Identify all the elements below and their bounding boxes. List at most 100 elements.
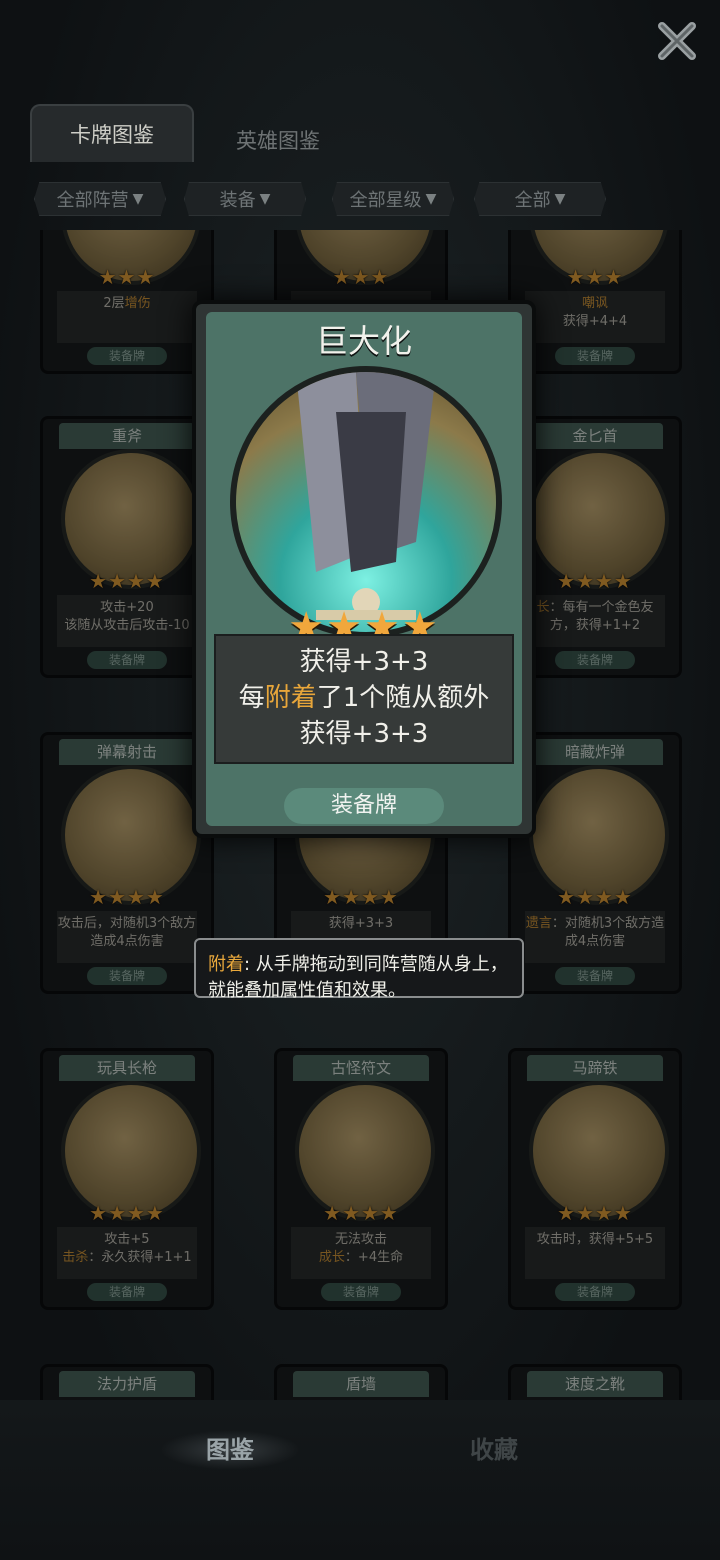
desc-keyword: 长 <box>536 600 550 615</box>
star-rating: ★★★★ <box>557 569 633 593</box>
card-name: 重斧 <box>59 423 195 449</box>
card-description: 嘲讽获得+4+4 <box>525 291 665 343</box>
filter-label: 全部阵营 <box>56 190 129 211</box>
card-art <box>529 449 669 589</box>
card-tile[interactable]: 古怪符文 ★★★★ 无法攻击 成长：+4生命 装备牌 <box>274 1048 448 1310</box>
bottom-tab-gallery[interactable]: 图鉴 <box>160 1430 300 1470</box>
desc-line: 获得+3+3 <box>299 647 429 677</box>
card-name: 盾墙 <box>293 1371 429 1397</box>
chevron-down-icon: ▼ <box>425 191 437 207</box>
star-rating: ★★★★ <box>323 1201 399 1225</box>
desc-text: ：对随机3个敌方造成4点伤害 <box>551 916 665 949</box>
card-description: 无法攻击 成长：+4生命 <box>291 1227 431 1279</box>
close-button[interactable] <box>654 18 700 64</box>
card-tile[interactable]: 重斧 ★★★★ 攻击+20 该随从攻击后攻击-10 装备牌 <box>40 416 214 678</box>
detail-card-name: 巨大化 <box>315 322 412 360</box>
card-description: 攻击时，获得+5+5 <box>525 1227 665 1279</box>
star-rating: ★★★ <box>566 265 624 289</box>
card-art <box>61 449 201 589</box>
tooltip-keyword: 附着 <box>208 954 244 975</box>
card-type-badge: 装备牌 <box>87 967 167 985</box>
card-art <box>529 765 669 905</box>
card-type-badge: 装备牌 <box>87 651 167 669</box>
bottom-nav <box>0 1400 720 1560</box>
card-description: 2层增伤 <box>57 291 197 343</box>
filter-label: 全部星级 <box>349 190 422 211</box>
desc-text: 了1个随从额外 <box>316 683 490 713</box>
card-type-badge: 装备牌 <box>555 347 635 365</box>
desc-text: 2层 <box>103 296 125 311</box>
filter-all[interactable]: 全部 ▼ <box>474 182 606 216</box>
desc-text: 攻击+20 <box>100 600 154 615</box>
star-rating: ★★★★ <box>323 885 399 909</box>
desc-line: 获得+3+3 <box>299 719 429 749</box>
desc-keyword: 击杀 <box>62 1250 89 1265</box>
star-rating: ★★★★ <box>89 569 165 593</box>
detail-card-type-badge: 装备牌 <box>284 788 444 824</box>
desc-text: ：+4生命 <box>344 1250 404 1265</box>
card-type-badge: 装备牌 <box>555 651 635 669</box>
card-type-badge: 装备牌 <box>555 967 635 985</box>
chevron-down-icon: ▼ <box>132 191 144 207</box>
star-rating: ★★★★ <box>557 1201 633 1225</box>
keyword-tooltip: 附着: 从手牌拖动到同阵营随从身上，就能叠加属性值和效果。 <box>194 938 524 1001</box>
card-type-badge: 装备牌 <box>87 1283 167 1301</box>
card-description: 攻击+20 该随从攻击后攻击-10 <box>57 595 197 647</box>
desc-text: ：永久获得+1+1 <box>88 1250 192 1265</box>
card-tile[interactable]: 马蹄铁 ★★★★ 攻击时，获得+5+5 装备牌 <box>508 1048 682 1310</box>
card-art <box>61 765 201 905</box>
desc-keyword: 遗言 <box>525 916 552 931</box>
card-art <box>61 1081 201 1221</box>
card-tile[interactable]: 法力护盾 <box>40 1364 214 1400</box>
card-tile[interactable]: 玩具长枪 ★★★★ 攻击+5 击杀：永久获得+1+1 装备牌 <box>40 1048 214 1310</box>
tab-hero-gallery[interactable]: 英雄图鉴 <box>198 112 358 168</box>
filter-star[interactable]: 全部星级 ▼ <box>332 182 454 216</box>
card-name: 古怪符文 <box>293 1055 429 1081</box>
card-description: 长：每有一个金色友方，获得+1+2 <box>525 595 665 647</box>
filter-type[interactable]: 装备 ▼ <box>184 182 306 216</box>
card-name: 速度之靴 <box>527 1371 663 1397</box>
chevron-down-icon: ▼ <box>554 191 566 207</box>
card-description: 攻击后，对随机3个敌方造成4点伤害 <box>57 911 197 963</box>
star-rating: ★★★★ <box>89 1201 165 1225</box>
desc-text: 获得+4+4 <box>562 314 628 329</box>
card-name: 玩具长枪 <box>59 1055 195 1081</box>
giant-axe-art <box>296 372 436 620</box>
desc-text: 每 <box>238 683 265 713</box>
star-rating: ★★★★ <box>89 885 165 909</box>
star-rating: ★★★★ <box>557 885 633 909</box>
card-name: 金匕首 <box>527 423 663 449</box>
detail-card[interactable]: 巨大化 ★★★★ 获得+3+3 每附着了1个随从额外 获得+3+3 装备牌 <box>192 300 536 838</box>
card-type-badge: 装备牌 <box>321 1283 401 1301</box>
card-type-badge: 装备牌 <box>87 347 167 365</box>
star-rating: ★★★ <box>98 265 156 289</box>
card-name: 弹幕射击 <box>59 739 195 765</box>
card-type-badge: 装备牌 <box>555 1283 635 1301</box>
desc-line: 每附着了1个随从额外 <box>216 680 512 716</box>
card-art <box>529 1081 669 1221</box>
tab-card-gallery[interactable]: 卡牌图鉴 <box>30 104 194 162</box>
tooltip-text: : 从手牌拖动到同阵营随从身上，就能叠加属性值和效果。 <box>208 954 508 1001</box>
desc-keyword: 嘲讽 <box>581 296 608 311</box>
card-name: 暗藏炸弹 <box>527 739 663 765</box>
filter-label: 装备 <box>219 190 256 211</box>
bottom-tab-collection[interactable]: 收藏 <box>424 1430 564 1470</box>
chevron-down-icon: ▼ <box>259 191 271 207</box>
detail-card-art <box>230 366 502 638</box>
card-tile[interactable]: ★★★ 2层增伤 装备牌 <box>40 230 214 374</box>
filter-faction[interactable]: 全部阵营 ▼ <box>34 182 166 216</box>
desc-keyword: 附着 <box>264 683 317 713</box>
card-description: 遗言：对随机3个敌方造成4点伤害 <box>525 911 665 963</box>
card-tile[interactable]: 盾墙 <box>274 1364 448 1400</box>
card-tile[interactable]: 速度之靴 <box>508 1364 682 1400</box>
card-description: 攻击+5 击杀：永久获得+1+1 <box>57 1227 197 1279</box>
card-name: 法力护盾 <box>59 1371 195 1397</box>
star-rating: ★★★ <box>332 265 390 289</box>
card-name: 马蹄铁 <box>527 1055 663 1081</box>
card-art <box>295 1081 435 1221</box>
desc-text: 攻击+5 <box>104 1232 150 1247</box>
desc-keyword: 成长 <box>318 1250 345 1265</box>
tab-label: 卡牌图鉴 <box>70 123 154 147</box>
card-tile[interactable]: 弹幕射击 ★★★★ 攻击后，对随机3个敌方造成4点伤害 装备牌 <box>40 732 214 994</box>
desc-keyword: 增伤 <box>124 296 151 311</box>
